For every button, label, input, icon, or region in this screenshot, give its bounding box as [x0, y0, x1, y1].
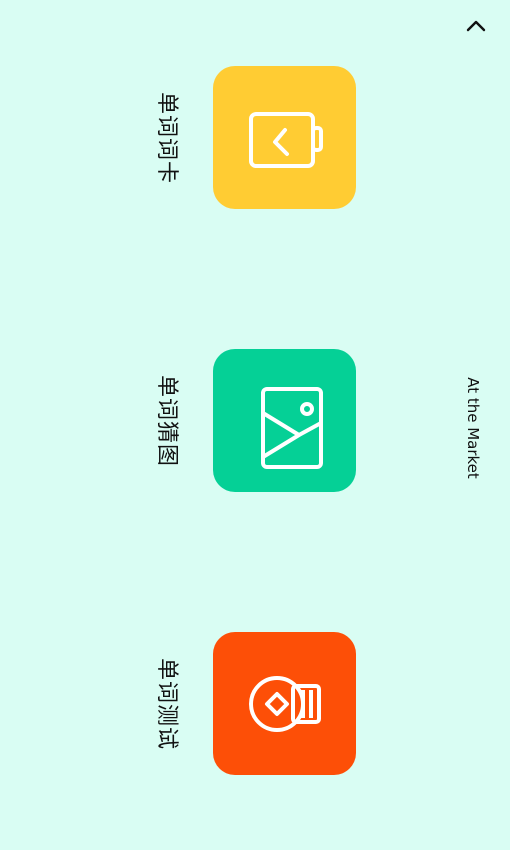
lesson-title-text: At the Market	[464, 377, 483, 479]
mode-picture-guess-label: 单词猜图	[154, 374, 180, 468]
collapse-button[interactable]	[462, 12, 490, 40]
mode-picture-guess[interactable]: 单词猜图	[150, 349, 360, 495]
mode-quiz-label: 单词测试	[154, 657, 180, 751]
flashcard-tile	[213, 66, 356, 209]
picture-icon	[260, 386, 323, 469]
chevron-up-icon	[466, 20, 486, 32]
learning-mode-screen: At the Market 单词词卡 单词猜图 单词测试	[0, 0, 510, 850]
picture-guess-tile	[213, 349, 356, 492]
quiz-tile	[213, 632, 356, 775]
mode-flashcard[interactable]: 单词词卡	[150, 66, 360, 212]
lesson-title: At the Market	[458, 372, 488, 484]
mode-quiz[interactable]: 单词测试	[150, 632, 360, 778]
quiz-icon	[248, 675, 321, 732]
flashcard-icon	[248, 111, 323, 168]
mode-flashcard-label: 单词词卡	[154, 91, 180, 185]
